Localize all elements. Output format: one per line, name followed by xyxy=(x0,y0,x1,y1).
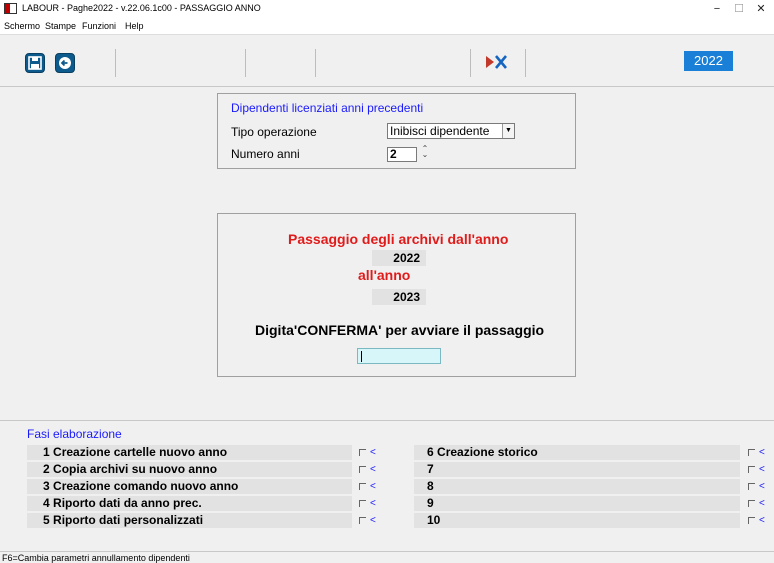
window-title: LABOUR - Paghe2022 - v.22.06.1c00 - PASS… xyxy=(22,3,261,13)
phase-row: 1 Creazione cartelle nuovo anno xyxy=(27,445,352,460)
section-divider xyxy=(0,420,774,421)
phase-checkbox[interactable]: < xyxy=(359,479,376,494)
text-caret xyxy=(361,351,362,362)
passaggio-title: Passaggio degli archivi dall'anno xyxy=(288,231,509,247)
numero-anni-label: Numero anni xyxy=(231,147,300,161)
phase-checkbox[interactable]: < xyxy=(748,462,765,477)
exit-icon[interactable] xyxy=(484,53,508,71)
menu-stampe[interactable]: Stampe xyxy=(45,21,76,31)
toolbar-separator xyxy=(315,49,316,77)
current-year-badge: 2022 xyxy=(684,51,733,71)
menu-funzioni[interactable]: Funzioni xyxy=(82,21,116,31)
tipo-operazione-select[interactable]: Inibisci dipendente ▼ xyxy=(387,123,515,139)
phase-checkbox[interactable]: < xyxy=(359,445,376,460)
save-button[interactable] xyxy=(25,53,45,73)
save-icon xyxy=(28,56,42,70)
phase-checkbox[interactable]: < xyxy=(748,513,765,528)
toolbar-separator xyxy=(115,49,116,77)
fasi-heading: Fasi elaborazione xyxy=(27,427,122,441)
phase-checkbox[interactable]: < xyxy=(748,479,765,494)
to-year-label: all'anno xyxy=(358,267,411,283)
phase-checkbox[interactable]: < xyxy=(359,513,376,528)
phase-row: 9 xyxy=(414,496,740,511)
phase-row: 3 Creazione comando nuovo anno xyxy=(27,479,352,494)
back-button[interactable] xyxy=(55,53,75,73)
licenziati-heading: Dipendenti licenziati anni precedenti xyxy=(231,101,424,115)
phase-row: 10 xyxy=(414,513,740,528)
phase-row: 7 xyxy=(414,462,740,477)
phase-row: 6 Creazione storico xyxy=(414,445,740,460)
toolbar-separator xyxy=(245,49,246,77)
from-year: 2022 xyxy=(372,250,426,266)
phase-row: 4 Riporto dati da anno prec. xyxy=(27,496,352,511)
to-year: 2023 xyxy=(372,289,426,305)
tipo-operazione-value: Inibisci dipendente xyxy=(390,124,490,138)
dropdown-arrow-icon[interactable]: ▼ xyxy=(502,124,514,138)
phase-row: 5 Riporto dati personalizzati xyxy=(27,513,352,528)
licenziati-panel: Dipendenti licenziati anni precedenti Ti… xyxy=(217,93,576,169)
menu-schermo[interactable]: Schermo xyxy=(4,21,40,31)
menu-help[interactable]: Help xyxy=(125,21,144,31)
phase-checkbox[interactable]: < xyxy=(748,496,765,511)
toolbar-separator xyxy=(470,49,471,77)
confirm-prompt: Digita'CONFERMA' per avviare il passaggi… xyxy=(255,322,545,338)
phase-checkbox[interactable]: < xyxy=(748,445,765,460)
phase-checkbox[interactable]: < xyxy=(359,462,376,477)
numero-anni-spinner-icon[interactable]: ⌃ ⌄ xyxy=(421,145,429,159)
status-bar: F6=Cambia parametri annullamento dipende… xyxy=(0,551,774,563)
toolbar-separator xyxy=(525,49,526,77)
numero-anni-input[interactable]: 2 xyxy=(387,147,417,162)
passaggio-panel: Passaggio degli archivi dall'anno 2022 a… xyxy=(217,213,576,377)
title-bar: LABOUR - Paghe2022 - v.22.06.1c00 - PASS… xyxy=(0,0,774,18)
app-icon xyxy=(4,3,17,14)
phase-checkbox[interactable]: < xyxy=(359,496,376,511)
phase-row: 2 Copia archivi su nuovo anno xyxy=(27,462,352,477)
back-arrow-icon xyxy=(59,57,71,69)
menu-bar: Schermo Stampe Funzioni Help xyxy=(0,18,774,35)
toolbar: 2022 xyxy=(0,35,774,87)
phase-row: 8 xyxy=(414,479,740,494)
confirm-input[interactable] xyxy=(357,348,441,364)
close-button[interactable]: ✕ xyxy=(746,1,774,17)
status-text: F6=Cambia parametri annullamento dipende… xyxy=(2,553,190,563)
tipo-operazione-label: Tipo operazione xyxy=(231,125,317,139)
